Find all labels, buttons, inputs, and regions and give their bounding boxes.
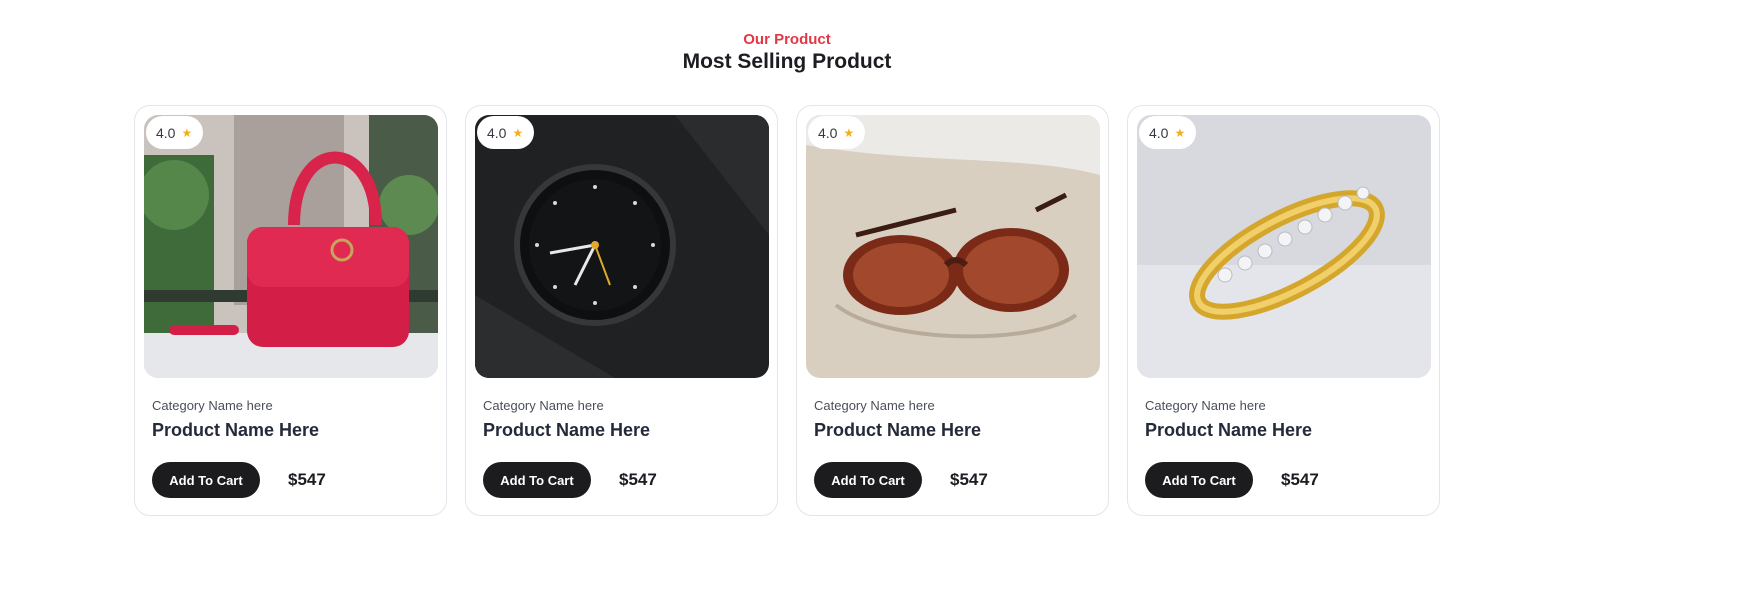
product-name[interactable]: Product Name Here xyxy=(152,420,319,441)
rating-value: 4.0 xyxy=(818,124,838,141)
add-to-cart-button[interactable]: Add To Cart xyxy=(483,462,591,498)
product-card[interactable]: 4.0 ★ Category Name here Product Name He… xyxy=(465,105,778,516)
product-card[interactable]: 4.0 ★ Category Name here Product Name He… xyxy=(1127,105,1440,516)
add-to-cart-button[interactable]: Add To Cart xyxy=(152,462,260,498)
star-icon: ★ xyxy=(181,125,193,140)
sunglasses-image[interactable] xyxy=(806,115,1100,378)
rating-value: 4.0 xyxy=(1149,124,1169,141)
product-name[interactable]: Product Name Here xyxy=(1145,420,1312,441)
section-title: Most Selling Product xyxy=(682,50,892,73)
ring-image[interactable] xyxy=(1137,115,1431,378)
rating-badge: 4.0 ★ xyxy=(477,116,535,149)
star-icon: ★ xyxy=(1174,125,1186,140)
product-price: $547 xyxy=(1281,470,1319,489)
add-to-cart-button[interactable]: Add To Cart xyxy=(1145,462,1253,498)
product-card[interactable]: 4.0 ★ Category Name here Product Name He… xyxy=(796,105,1109,516)
rating-badge: 4.0 ★ xyxy=(1139,116,1197,149)
section-eyebrow: Our Product xyxy=(743,31,831,48)
rating-value: 4.0 xyxy=(156,124,176,141)
star-icon: ★ xyxy=(512,125,524,140)
product-category: Category Name here xyxy=(152,398,273,413)
product-name[interactable]: Product Name Here xyxy=(814,420,981,441)
product-category: Category Name here xyxy=(814,398,935,413)
rating-badge: 4.0 ★ xyxy=(146,116,204,149)
product-name[interactable]: Product Name Here xyxy=(483,420,650,441)
handbag-image[interactable] xyxy=(144,115,438,378)
product-price: $547 xyxy=(950,470,988,489)
add-to-cart-button[interactable]: Add To Cart xyxy=(814,462,922,498)
product-category: Category Name here xyxy=(483,398,604,413)
product-price: $547 xyxy=(288,470,326,489)
star-icon: ★ xyxy=(843,125,855,140)
rating-badge: 4.0 ★ xyxy=(808,116,866,149)
product-section: Our Product Most Selling Product 4.0 ★ C… xyxy=(0,0,1759,608)
rating-value: 4.0 xyxy=(487,124,507,141)
product-category: Category Name here xyxy=(1145,398,1266,413)
product-price: $547 xyxy=(619,470,657,489)
watch-image[interactable] xyxy=(475,115,769,378)
product-grid: 4.0 ★ Category Name here Product Name He… xyxy=(134,105,1440,516)
product-card[interactable]: 4.0 ★ Category Name here Product Name He… xyxy=(134,105,447,516)
